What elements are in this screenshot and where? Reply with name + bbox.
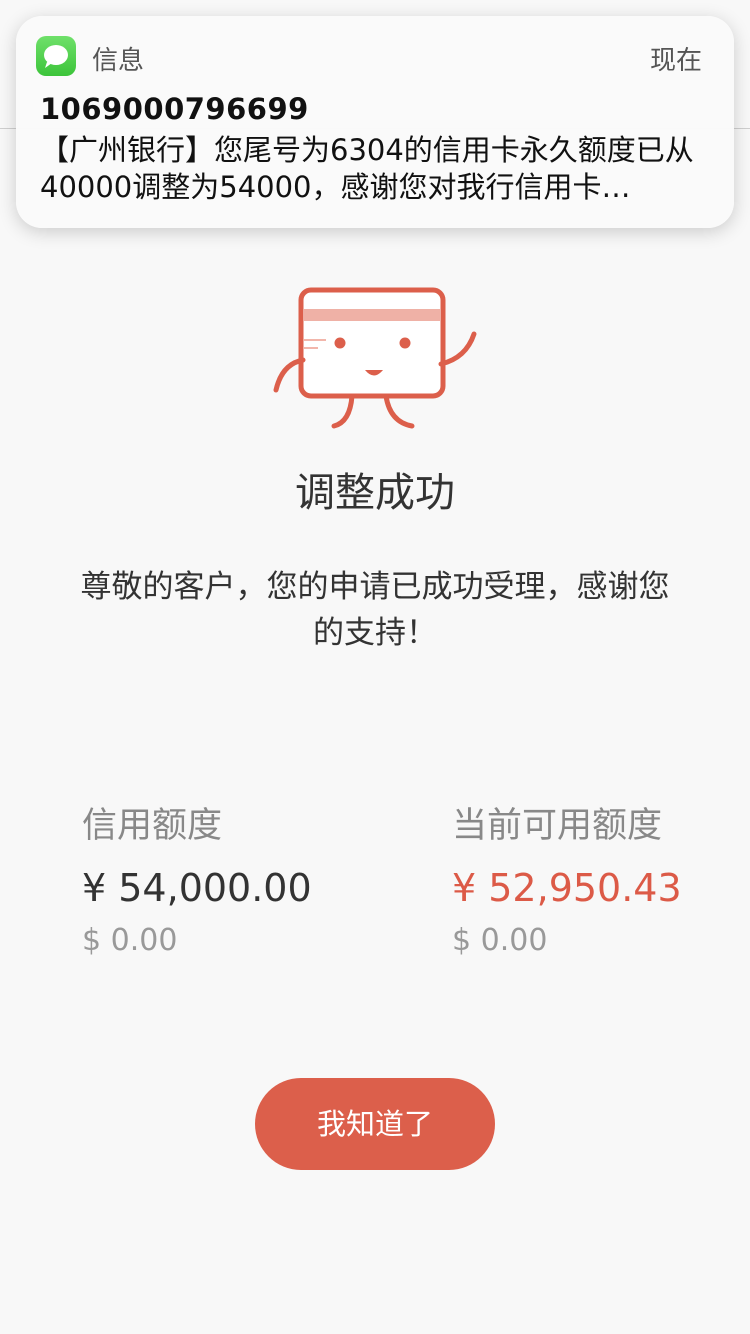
notification-body: 【广州银行】您尾号为6304的信用卡永久额度已从40000调整为54000，感谢…	[40, 133, 694, 204]
messages-icon	[36, 36, 76, 76]
available-limit-amount: ¥ 52,950.43	[452, 866, 682, 910]
notification-app-name: 信息	[92, 46, 145, 76]
notification-time: 现在	[649, 46, 702, 76]
credit-limit-section: 信用额度 ¥ 54,000.00 $ 0.00	[82, 800, 312, 964]
acknowledge-button[interactable]: 我知道了	[255, 1078, 495, 1170]
credit-limit-usd: $ 0.00	[82, 923, 178, 958]
result-message: 尊敬的客户，您的申请已成功受理，感谢您的支持！	[80, 569, 670, 651]
notification-sender: 1069000796699	[40, 92, 309, 126]
available-limit-usd: $ 0.00	[452, 923, 548, 958]
credit-card-mascot-icon	[268, 282, 482, 434]
result-title: 调整成功	[295, 470, 455, 516]
available-limit-label: 当前可用额度	[452, 806, 663, 846]
notification-banner[interactable]: 信息 现在 1069000796699 【广州银行】您尾号为6304的信用卡永久…	[16, 16, 734, 228]
available-limit-section: 当前可用额度 ¥ 52,950.43 $ 0.00	[452, 800, 682, 964]
credit-limit-amount: ¥ 54,000.00	[82, 866, 312, 910]
credit-limit-label: 信用额度	[82, 806, 223, 846]
